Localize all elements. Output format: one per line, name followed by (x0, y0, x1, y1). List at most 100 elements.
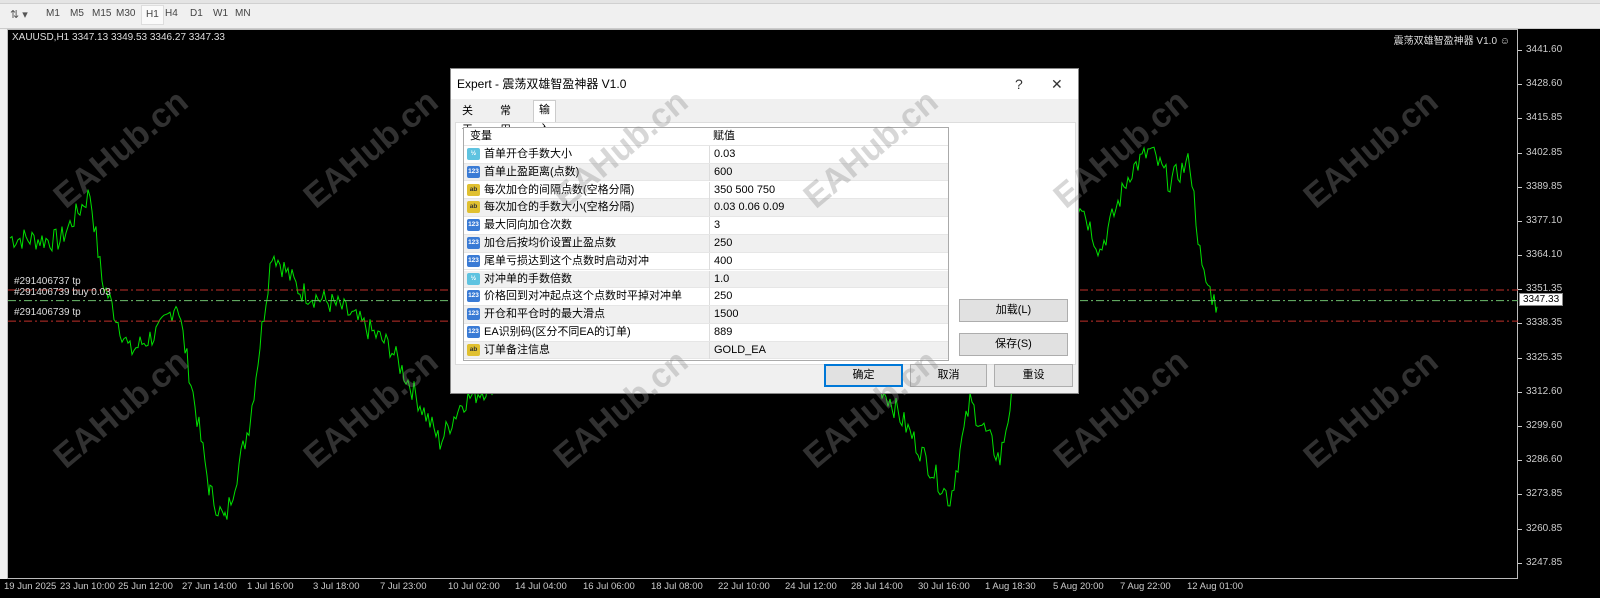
x-tick-label: 3 Jul 18:00 (313, 581, 360, 592)
string-type-icon: ab (467, 183, 480, 196)
param-row[interactable]: ½ 对冲单的手数倍数 1.0 (464, 270, 948, 289)
y-tick-label: 3247.85 (1526, 557, 1563, 568)
y-tick (1518, 84, 1522, 86)
current-price-label: 3347.33 (1519, 293, 1564, 306)
y-tick (1518, 220, 1522, 222)
integer-type-icon: 123 (467, 326, 480, 338)
x-tick-label: 28 Jul 14:00 (851, 581, 903, 592)
cancel-button[interactable]: 取消 (910, 364, 987, 387)
param-row[interactable]: 123 首单止盈距离(点数) 600 (464, 163, 948, 182)
param-value[interactable]: 600 (709, 163, 732, 181)
timeframe-MN[interactable]: MN (235, 8, 251, 19)
x-tick-label: 24 Jul 12:00 (785, 581, 837, 592)
param-value[interactable]: 889 (709, 324, 732, 341)
param-value[interactable]: 400 (709, 252, 732, 270)
y-tick (1518, 391, 1522, 393)
param-value[interactable]: 350 500 750 (709, 181, 775, 199)
order-label: #291406737 tp (14, 275, 81, 287)
x-tick-label: 23 Jun 10:00 (60, 581, 115, 592)
y-tick (1518, 50, 1522, 51)
param-value[interactable]: 0.03 (709, 146, 735, 163)
param-row[interactable]: 123 开仓和平仓时的最大滑点 1500 (464, 306, 948, 324)
param-row[interactable]: 123 加仓后按均价设置止盈点数 250 (464, 235, 948, 253)
param-row[interactable]: ab 每次加仓的手数大小(空格分隔) 0.03 0.06 0.09 (464, 199, 948, 217)
param-name: 对冲单的手数倍数 (484, 272, 572, 285)
tab-inputs[interactable]: 输入参数 (533, 100, 556, 173)
integer-type-icon: 123 (467, 219, 480, 232)
param-row[interactable]: 123 价格回到对冲起点这个点数时平掉对冲单 250 (464, 288, 948, 306)
tab-common[interactable]: 常用 (495, 102, 516, 136)
y-tick-label: 3325.35 (1526, 351, 1563, 363)
integer-type-icon: 123 (467, 165, 480, 178)
timeframe-H1[interactable]: H1 (141, 5, 164, 25)
param-value[interactable]: 250 (709, 235, 732, 252)
reset-button[interactable]: 重设 (994, 364, 1073, 387)
y-tick (1518, 323, 1522, 325)
param-name: 价格回到对冲起点这个点数时平掉对冲单 (484, 290, 682, 303)
param-name: 每次加仓的手数大小(空格分隔) (484, 201, 635, 214)
x-tick-label: 19 Jun 2025 (4, 581, 57, 592)
x-tick-label: 30 Jul 16:00 (918, 581, 970, 592)
param-value[interactable]: 250 (709, 288, 732, 306)
timeframe-W1[interactable]: W1 (213, 8, 228, 19)
double-type-icon: ½ (467, 272, 480, 285)
y-tick-label: 3377.10 (1526, 214, 1563, 226)
y-tick (1518, 528, 1522, 530)
param-value[interactable]: 1500 (709, 306, 738, 324)
y-tick (1518, 152, 1522, 154)
y-tick-label: 3273.85 (1526, 488, 1563, 500)
timeframe-M1[interactable]: M1 (46, 8, 60, 19)
close-button[interactable]: ✕ (1051, 69, 1063, 99)
integer-type-icon: 123 (467, 290, 480, 303)
chart-tools-dropdown[interactable]: ⇅ ▾ (10, 8, 28, 21)
help-button[interactable]: ? (1015, 69, 1023, 99)
integer-type-icon: 123 (467, 308, 480, 321)
param-value[interactable]: 1.0 (709, 270, 729, 288)
param-value[interactable]: 3 (709, 217, 720, 235)
x-tick-label: 7 Aug 22:00 (1120, 581, 1171, 592)
save-button[interactable]: 保存(S) (959, 333, 1068, 356)
timeframe-D1[interactable]: D1 (190, 8, 203, 19)
param-name: 首单开仓手数大小 (484, 148, 572, 160)
y-tick-label: 3441.60 (1526, 44, 1563, 55)
ok-button[interactable]: 确定 (824, 364, 903, 387)
timeframe-H4[interactable]: H4 (165, 8, 178, 19)
param-name: EA识别码(区分不同EA的订单) (484, 326, 631, 338)
y-tick (1518, 425, 1522, 427)
param-name: 开仓和平仓时的最大滑点 (484, 308, 605, 321)
ea-name-label[interactable]: 震荡双雄智盈神器 V1.0 ☺ (1394, 32, 1510, 47)
y-tick (1518, 187, 1522, 189)
param-row[interactable]: ½ 首单开仓手数大小 0.03 (464, 146, 948, 164)
y-tick-label: 3402.85 (1526, 146, 1563, 158)
tab-about[interactable]: 关于 (457, 102, 478, 136)
param-row[interactable]: ab 每次加仓的间隔点数(空格分隔) 350 500 750 (464, 181, 948, 200)
x-tick-label: 1 Aug 18:30 (985, 581, 1036, 592)
param-value[interactable]: 0.03 0.06 0.09 (709, 199, 784, 217)
left-panel-edge (0, 29, 7, 598)
timeframe-M15[interactable]: M15 (92, 8, 111, 19)
load-button[interactable]: 加载(L) (959, 299, 1068, 322)
y-tick-label: 3312.60 (1526, 385, 1563, 397)
time-axis[interactable]: 19 Jun 2025 23 Jun 10:00 25 Jun 12:00 27 Ju… (0, 579, 1600, 598)
string-type-icon: ab (467, 201, 480, 214)
timeframe-M5[interactable]: M5 (70, 8, 84, 19)
param-row[interactable]: 123 EA识别码(区分不同EA的订单) 889 (464, 324, 948, 342)
y-tick (1518, 357, 1522, 359)
y-tick-label: 3428.60 (1526, 78, 1563, 90)
y-tick-label: 3389.85 (1526, 181, 1563, 193)
dialog-title: Expert - 震荡双雄智盈神器 V1.0 (457, 77, 627, 91)
param-row[interactable]: 123 最大同向加仓次数 3 (464, 217, 948, 235)
y-tick (1518, 118, 1522, 120)
y-tick-label: 3260.85 (1526, 522, 1563, 534)
x-tick-label: 7 Jul 23:00 (380, 581, 427, 592)
y-tick-label: 3364.10 (1526, 249, 1563, 261)
param-row[interactable]: ab 订单备注信息 GOLD_EA (464, 341, 948, 360)
dialog-title-bar[interactable]: Expert - 震荡双雄智盈神器 V1.0 ? ✕ (451, 69, 1078, 99)
header-value: 赋值 (713, 130, 735, 142)
x-tick-label: 22 Jul 10:00 (718, 581, 770, 592)
param-row[interactable]: 123 尾单亏损达到这个点数时启动对冲 400 (464, 252, 948, 271)
timeframe-M30[interactable]: M30 (116, 8, 135, 19)
x-tick-label: 18 Jul 08:00 (651, 581, 703, 592)
param-name: 每次加仓的间隔点数(空格分隔) (484, 183, 635, 196)
param-value[interactable]: GOLD_EA (709, 341, 766, 359)
